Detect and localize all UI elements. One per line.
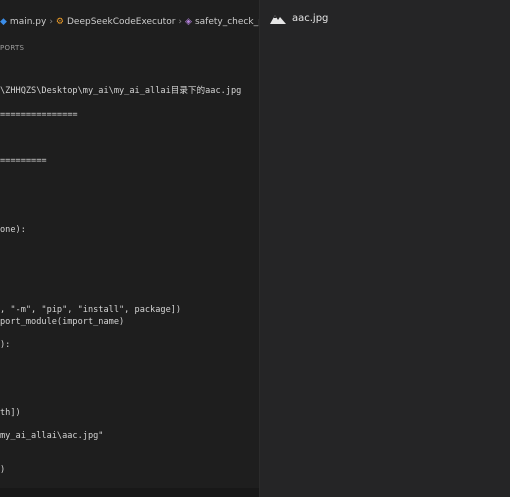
panel-bottom-strip bbox=[0, 488, 259, 497]
terminal-line: ========= bbox=[0, 156, 47, 166]
terminal-line: , "-m", "pip", "install", package]) bbox=[0, 305, 182, 315]
terminal-line: \ZHHQZS\Desktop\my_ai\my_ai_allai目录下的aac… bbox=[0, 86, 242, 96]
terminal-output[interactable]: \ZHHQZS\Desktop\my_ai\my_ai_allai目录下的aac… bbox=[0, 0, 259, 497]
image-viewer-panel: aac.jpg bbox=[260, 0, 510, 497]
terminal-line: th]) bbox=[0, 408, 21, 418]
viewer-title: aac.jpg bbox=[292, 12, 329, 24]
terminal-line: ): bbox=[0, 340, 11, 350]
terminal-line: my_ai_allai\aac.jpg" bbox=[0, 431, 104, 441]
mountain-logo-icon bbox=[270, 15, 286, 24]
terminal-line: one): bbox=[0, 225, 26, 235]
terminal-line: port_module(import_name) bbox=[0, 317, 125, 327]
terminal-line: =============== bbox=[0, 110, 78, 120]
terminal-line: ) bbox=[0, 465, 6, 475]
viewer-tab[interactable]: aac.jpg bbox=[260, 0, 510, 36]
terminal-panel: ◆ main.py › ⚙ DeepSeekCodeExecutor › ◈ s… bbox=[0, 0, 259, 497]
